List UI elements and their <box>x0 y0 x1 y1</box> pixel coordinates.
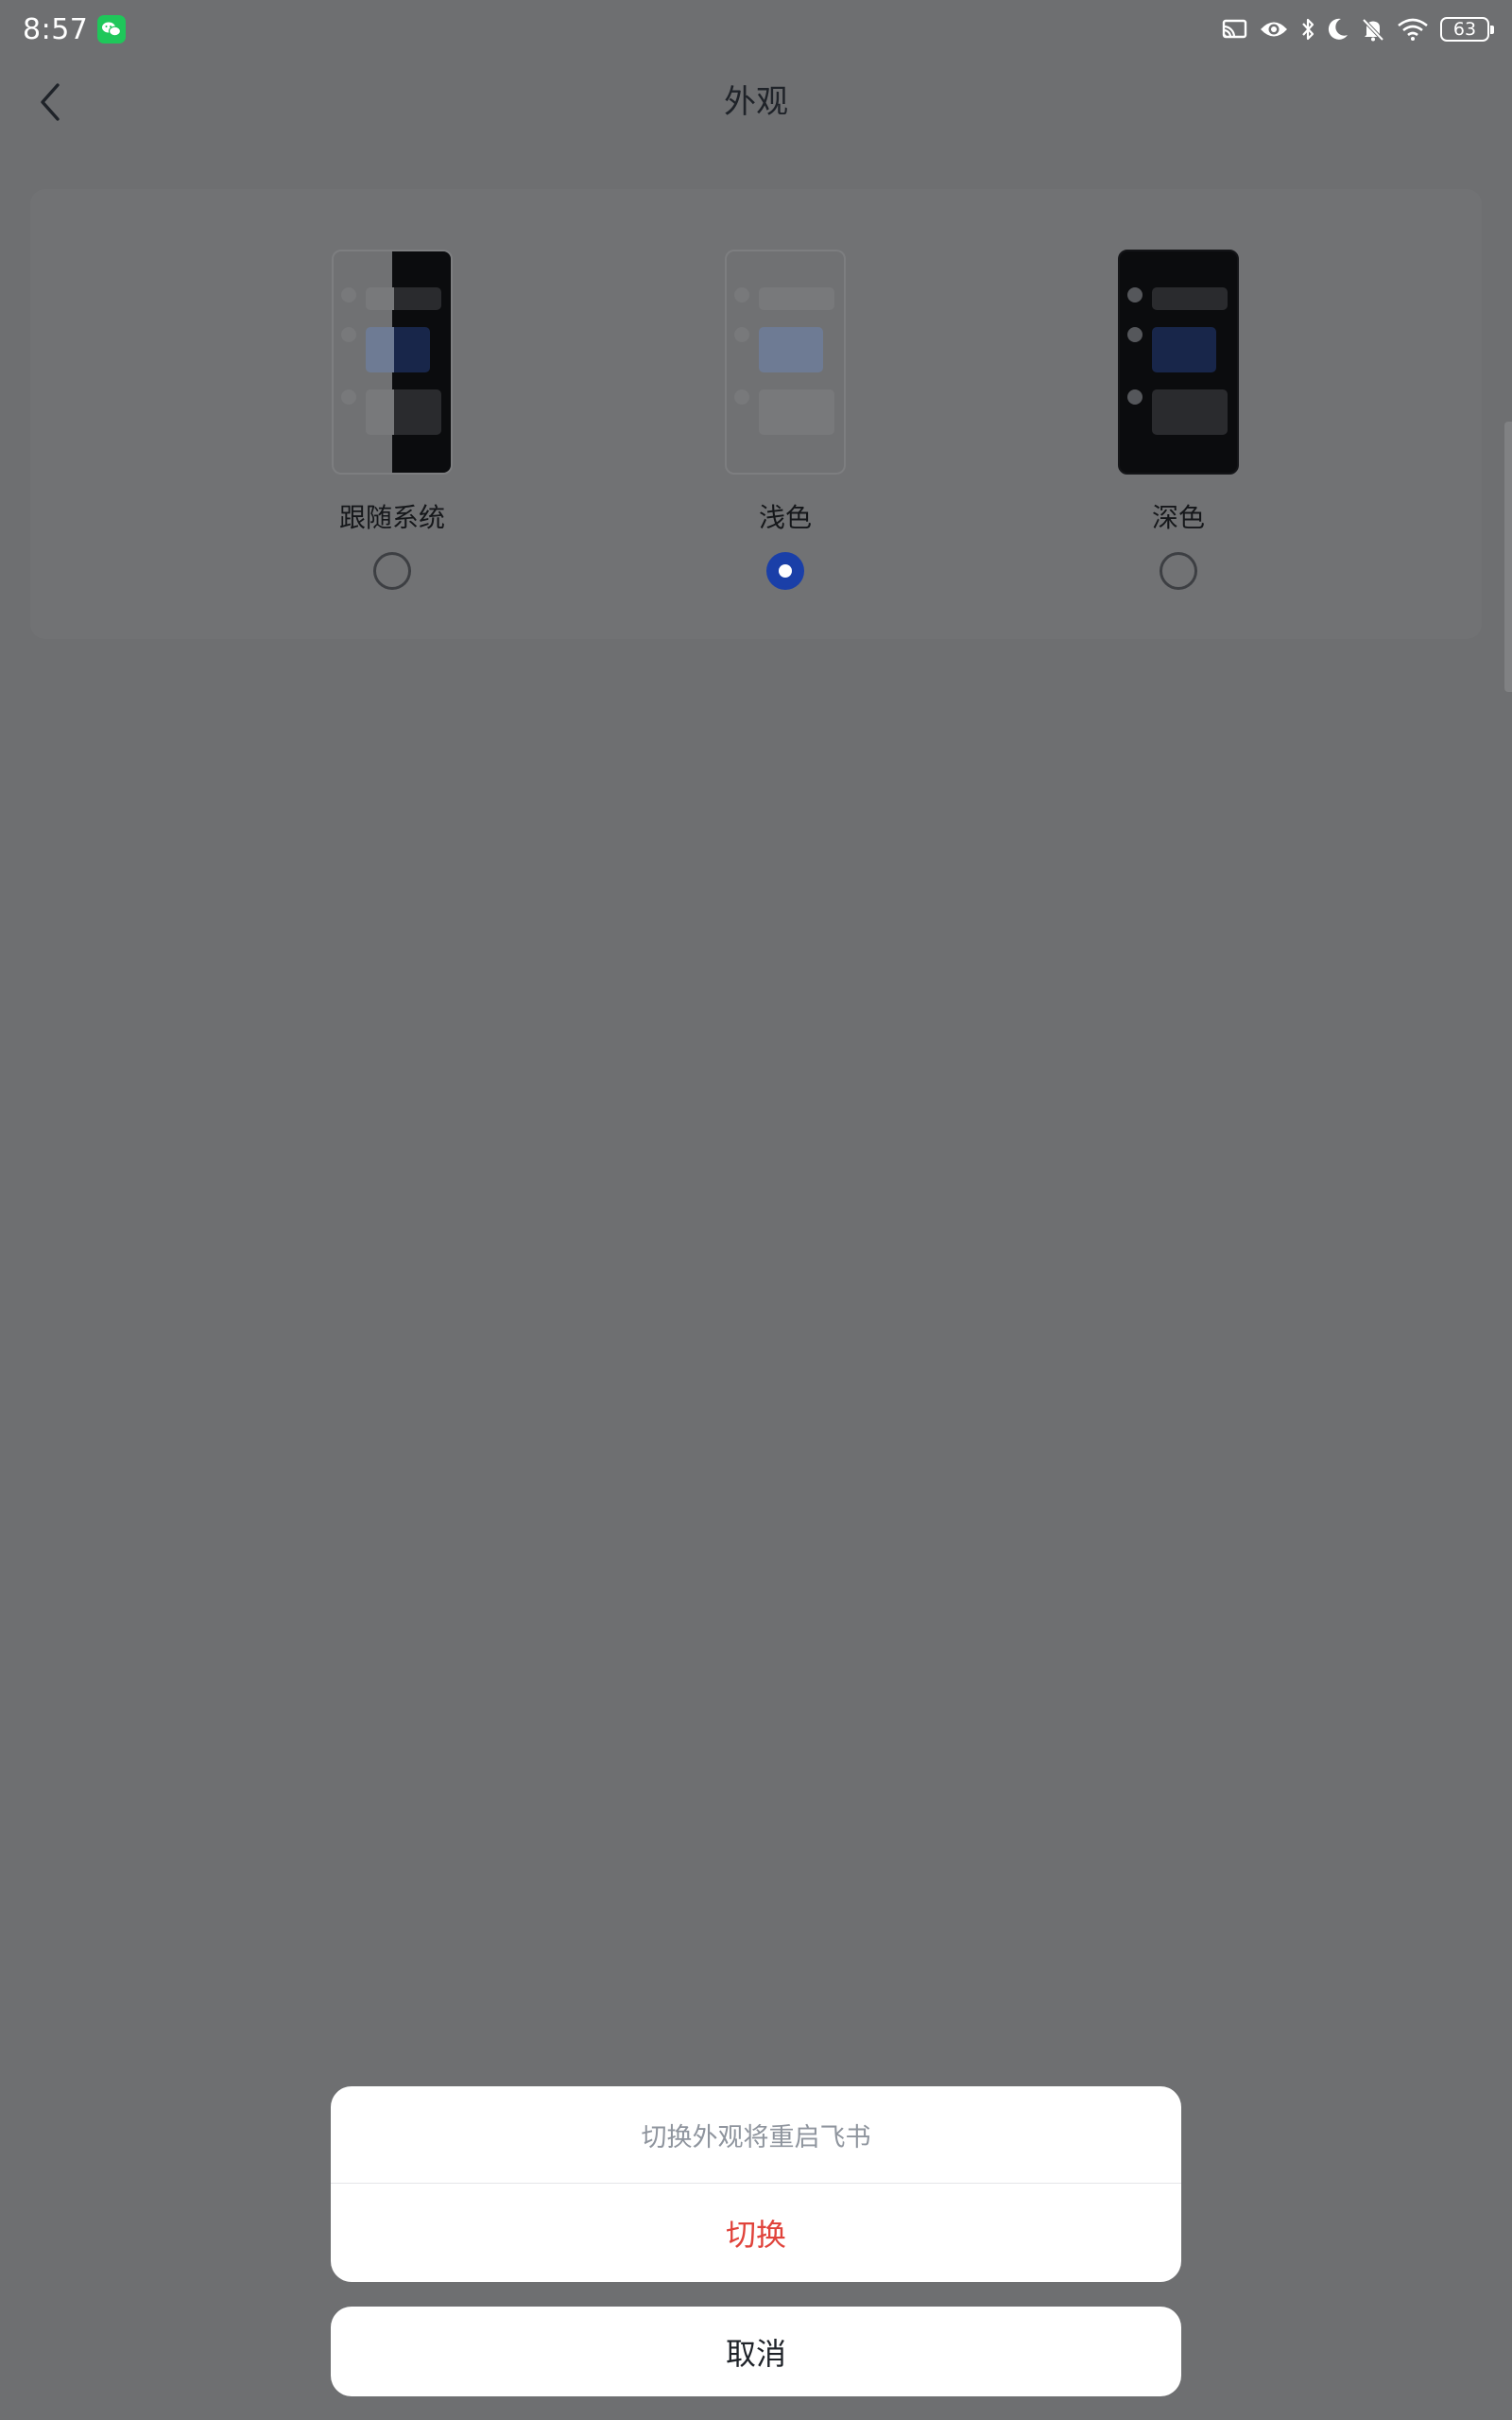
appearance-card: 跟随系统 浅色 深色 <box>30 189 1482 639</box>
option-label: 深色 <box>1151 502 1205 534</box>
nav-bar: 外观 <box>0 59 1512 146</box>
option-label: 跟随系统 <box>338 502 445 534</box>
status-bar: 8:57 63 <box>0 0 1512 59</box>
cancel-button[interactable]: 取消 <box>331 2307 1181 2396</box>
battery-level: 63 <box>1452 19 1477 40</box>
preview-light <box>725 250 846 475</box>
radio-follow-system[interactable] <box>373 552 411 590</box>
wechat-icon <box>97 15 127 43</box>
eye-icon <box>1259 19 1289 40</box>
status-left: 8:57 <box>23 12 127 46</box>
wifi-icon <box>1397 18 1429 41</box>
moon-icon <box>1327 17 1349 42</box>
preview-follow-system <box>332 250 453 475</box>
page-title: 外观 <box>724 83 788 121</box>
option-follow-system[interactable]: 跟随系统 <box>288 250 496 590</box>
action-sheet: 切换外观将重启飞书 切换 <box>331 2086 1181 2282</box>
radio-light[interactable] <box>766 552 804 590</box>
status-time: 8:57 <box>23 12 89 46</box>
switch-button[interactable]: 切换 <box>331 2184 1181 2282</box>
option-light[interactable]: 浅色 <box>681 250 889 590</box>
option-dark[interactable]: 深色 <box>1074 250 1282 590</box>
status-icons: 63 <box>1221 17 1494 42</box>
cast-icon <box>1221 18 1247 41</box>
radio-dark[interactable] <box>1160 552 1197 590</box>
scrollbar[interactable] <box>1504 422 1512 692</box>
bell-off-icon <box>1361 17 1385 42</box>
battery-icon: 63 <box>1440 17 1494 42</box>
bluetooth-icon <box>1300 17 1315 42</box>
option-label: 浅色 <box>758 502 812 534</box>
dialog-message: 切换外观将重启飞书 <box>331 2086 1181 2184</box>
preview-dark <box>1118 250 1239 475</box>
